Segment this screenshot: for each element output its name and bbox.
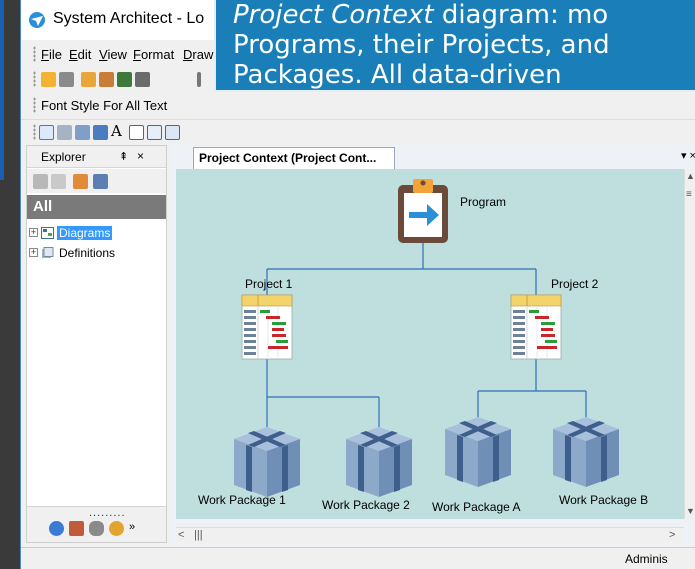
explorer-toolbar [27,169,166,193]
project-2-gantt-icon[interactable] [510,294,562,360]
menu-format[interactable]: Format [133,47,174,62]
expand-icon[interactable]: + [29,228,38,237]
explorer-tree: + Diagrams + Definitions [27,224,166,264]
new-definition-icon[interactable] [33,174,48,189]
left-window-edge [0,0,4,180]
diagram-browser-icon[interactable] [69,521,84,536]
open-icon[interactable] [41,72,56,87]
work-package-b-label: Work Package B [559,493,649,507]
caption-callout: Project Context diagram: mo Programs, th… [214,0,695,92]
scroll-left-icon[interactable]: < [178,529,184,541]
filter-label: All [33,198,53,215]
pin-icon[interactable]: ⇞ [119,150,128,163]
table-icon[interactable] [135,72,150,87]
toolbar-separator [197,72,201,87]
work-package-a-label: Work Package A [432,500,521,514]
vertical-scrollbar[interactable]: ▲ ≡ ▼ [684,169,695,519]
tree-item-label: Diagrams [57,226,113,240]
desktop-left-strip [0,0,20,569]
menu-file[interactable]: File [41,47,62,62]
grid-icon[interactable] [117,72,132,87]
diagram-svg [234,179,619,497]
symbol-icon[interactable] [57,125,72,140]
callout-italic-title: Project Context [233,0,434,30]
delete-icon[interactable] [51,174,66,189]
status-user: Adminis [625,552,668,566]
program-label: Program [460,195,507,209]
more-options-icon[interactable]: » [129,521,135,533]
copy-icon[interactable] [81,72,96,87]
cube-icon[interactable] [93,125,108,140]
work-package-2-label: Work Package 2 [322,498,410,512]
explorer-close-icon[interactable]: × [137,149,144,163]
font-style-label[interactable]: Font Style For All Text [41,98,167,113]
properties-icon[interactable] [93,174,108,189]
refresh-icon[interactable] [73,174,88,189]
menubar-grip[interactable] [33,46,36,62]
explorer-pane: Explorer ⇞ × All + Diagrams + Definition… [26,145,167,543]
box-tool-icon[interactable] [147,125,162,140]
menu-view[interactable]: View [99,47,127,62]
scroll-up-icon[interactable]: ▲ [686,171,695,181]
callout-line-1-rest: diagram: mo [433,0,609,30]
scroll-grip-icon[interactable]: ≡ [686,189,692,200]
work-package-1-cube-icon[interactable] [234,427,300,497]
tree-item-diagrams[interactable]: + Diagrams [27,224,166,244]
document-area: Project Context (Project Cont... ▾ × Pro… [171,145,695,545]
work-package-a-cube-icon[interactable] [445,417,511,487]
database-icon[interactable] [89,521,104,536]
tab-title: Project Context (Project Cont... [199,151,377,165]
system-architect-icon [29,12,45,28]
menu-edit[interactable]: Edit [69,47,91,62]
scroll-thumb-icon[interactable]: ||| [194,529,203,541]
callout-line-2: Programs, their Projects, and [233,30,610,60]
status-bar: Adminis [21,547,695,569]
globe-icon[interactable] [49,521,64,536]
menu-draw[interactable]: Draw [183,47,213,62]
scroll-right-icon[interactable]: > [669,529,675,541]
tab-controls[interactable]: ▾ × [681,149,695,162]
horizontal-scrollbar[interactable]: < ||| > [176,527,684,543]
package-icon[interactable] [75,125,90,140]
toolbar-grip[interactable] [33,71,36,87]
browser-icon[interactable] [109,521,124,536]
diagram-icon [41,227,54,239]
rectangle-tool-icon[interactable] [129,125,144,140]
diagram-canvas[interactable]: Program Project 1 Project 2 Work Package… [176,169,684,519]
project-1-gantt-icon[interactable] [241,294,293,360]
footer-dots: ......... [89,507,126,519]
edit-icon[interactable] [99,72,114,87]
work-package-1-label: Work Package 1 [198,493,286,507]
settings-icon[interactable] [59,72,74,87]
work-package-2-cube-icon[interactable] [346,427,412,497]
project-1-label: Project 1 [245,277,293,291]
text-tool-icon[interactable]: A [111,122,126,140]
window-title: System Architect - Lo [53,10,205,27]
callout-line-3: Packages. All data-driven [233,60,562,90]
format-toolbar: Font Style For All Text [21,94,695,120]
explorer-title: Explorer [41,150,86,164]
explorer-header: Explorer ⇞ × [27,146,166,168]
work-package-b-cube-icon[interactable] [553,417,619,487]
tree-item-definitions[interactable]: + Definitions [27,244,166,264]
drawing-toolbar: A [21,121,695,145]
format-toolbar-grip[interactable] [33,97,36,113]
explorer-filter-bar[interactable]: All [27,195,166,219]
program-clipboard-icon[interactable] [398,179,448,243]
select-pointer-icon[interactable] [39,125,54,140]
definitions-icon [42,247,54,258]
drawing-toolbar-grip[interactable] [33,124,36,140]
tree-item-label: Definitions [59,246,116,260]
callout-line-1: Project Context diagram: mo [233,0,695,30]
db-tool-icon[interactable] [165,125,180,140]
tab-project-context[interactable]: Project Context (Project Cont... [193,147,395,169]
expand-icon[interactable]: + [29,248,38,257]
project-2-label: Project 2 [551,277,599,291]
explorer-footer: ......... » [27,506,166,542]
scroll-down-icon[interactable]: ▼ [686,506,695,516]
